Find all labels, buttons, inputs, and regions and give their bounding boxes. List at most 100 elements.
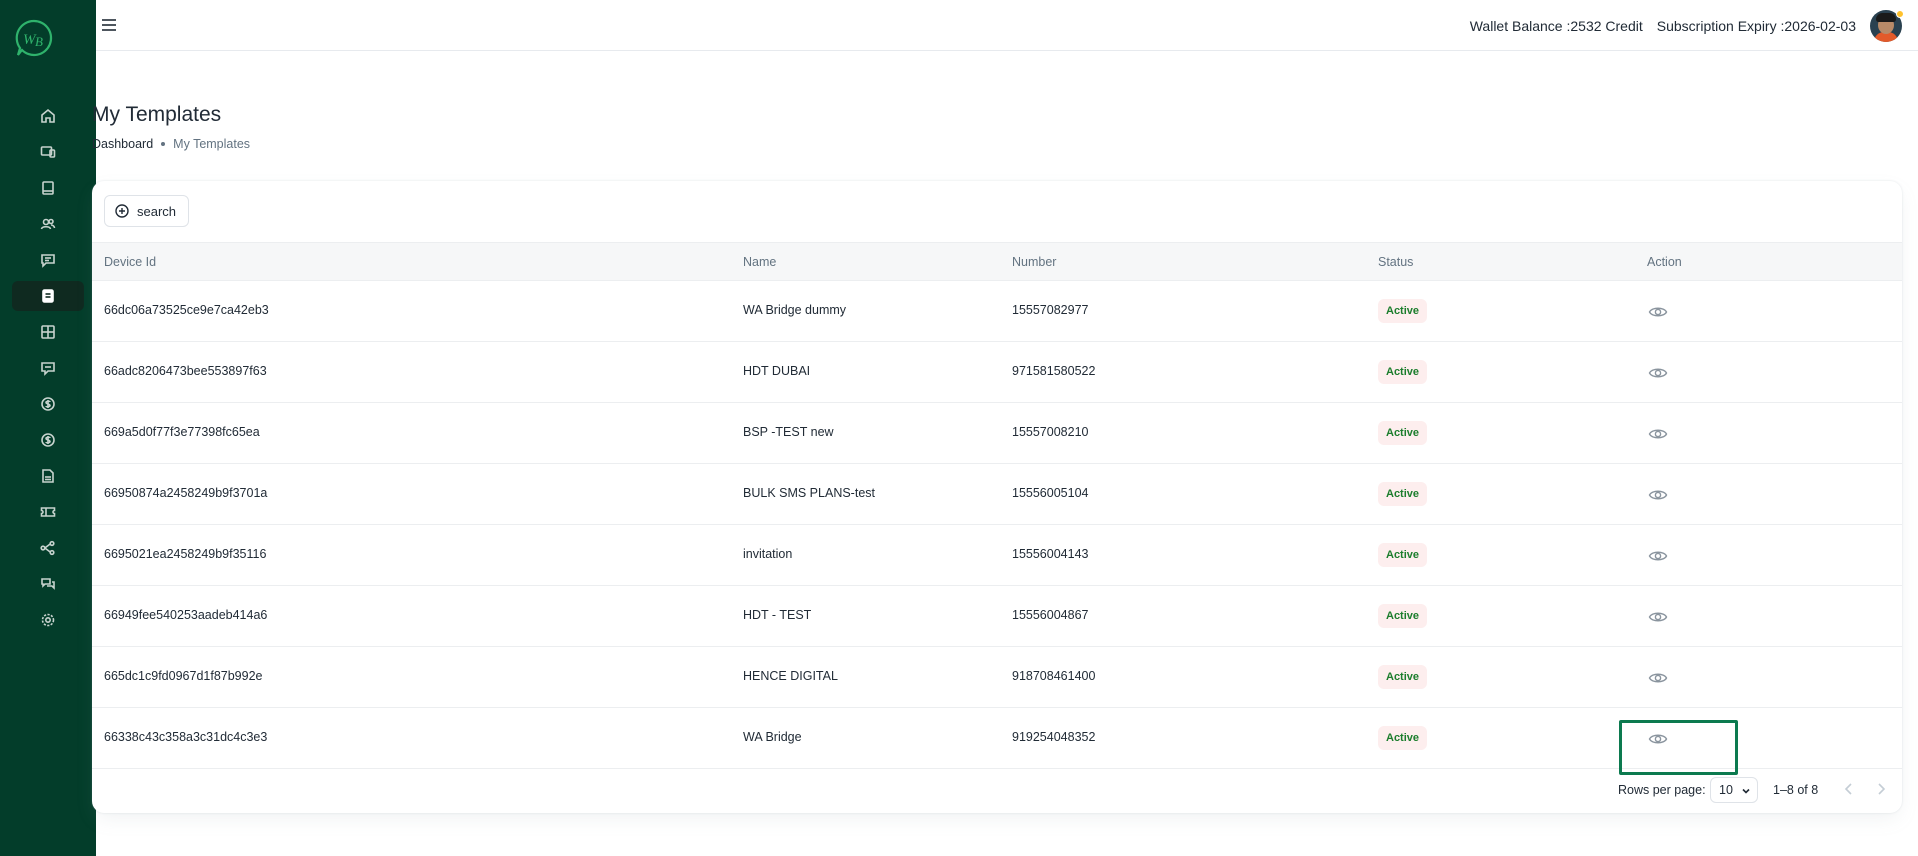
column-device-id[interactable]: Device Id: [104, 255, 156, 269]
sidebar-item-message[interactable]: [12, 245, 84, 275]
device-id-cell: 66949fee540253aadeb414a6: [104, 608, 268, 622]
table-row: 66950874a2458249b9f3701a BULK SMS PLANS-…: [92, 464, 1902, 525]
sidebar-item-settings[interactable]: [12, 605, 84, 635]
device-id-cell: 665dc1c9fd0967d1f87b992e: [104, 669, 263, 683]
number-cell: 918708461400: [1012, 669, 1096, 683]
brand-logo-icon[interactable]: W B: [14, 18, 54, 58]
table-row: 6695021ea2458249b9f35116 invitation 1555…: [92, 525, 1902, 586]
number-cell: 15556004143: [1012, 547, 1089, 561]
menu-icon[interactable]: [99, 15, 119, 35]
number-cell: 919254048352: [1012, 730, 1096, 744]
table-row: 66338c43c358a3c31dc4c3e3 WA Bridge 91925…: [92, 708, 1902, 769]
name-cell: WA Bridge: [743, 730, 802, 744]
top-bar: Wallet Balance :2532 Credit Subscription…: [96, 0, 1918, 51]
search-button-label: search: [137, 203, 177, 219]
sidebar-item-billing[interactable]: [12, 389, 84, 419]
previous-page-icon[interactable]: [1841, 781, 1857, 797]
expiry-label: Subscription Expiry :: [1656, 17, 1785, 34]
view-eye-icon[interactable]: [1648, 485, 1668, 505]
templates-card: search Device Id Name Number Status Acti…: [92, 181, 1902, 813]
breadcrumb-current: My Templates: [173, 137, 251, 151]
page-title: My Templates: [92, 103, 222, 126]
column-status[interactable]: Status: [1378, 255, 1413, 269]
breadcrumb: Dashboard My Templates: [92, 137, 250, 151]
chat-icon: [41, 362, 55, 376]
pdf-icon: [42, 469, 54, 483]
column-number[interactable]: Number: [1012, 255, 1056, 269]
device-id-cell: 66adc8206473bee553897f63: [104, 364, 267, 378]
sidebar-item-devices[interactable]: [12, 137, 84, 167]
table-row: 66dc06a73525ce9e7ca42eb3 WA Bridge dummy…: [92, 281, 1902, 342]
ticket-icon: [40, 507, 56, 517]
pagination-range: 1–8 of 8: [1773, 783, 1819, 797]
sidebar-item-payments[interactable]: [12, 425, 84, 455]
status-badge: Active: [1378, 604, 1428, 628]
breadcrumb-separator-icon: [161, 142, 166, 146]
status-badge: Active: [1378, 665, 1428, 689]
devices-icon: [40, 146, 56, 158]
view-eye-icon[interactable]: [1648, 363, 1668, 383]
table-header: Device Id Name Number Status Action: [92, 242, 1902, 281]
sidebar-item-conversations[interactable]: [12, 569, 84, 599]
sidebar-item-grid[interactable]: [12, 317, 84, 347]
table-pagination: Rows per page: 10 1–8 of 8: [92, 769, 1902, 809]
sidebar-item-flows[interactable]: [12, 533, 84, 563]
name-cell: HDT - TEST: [743, 608, 812, 622]
device-id-cell: 66dc06a73525ce9e7ca42eb3: [104, 303, 269, 317]
device-id-cell: 66950874a2458249b9f3701a: [104, 486, 268, 500]
view-eye-icon[interactable]: [1648, 729, 1668, 749]
column-name[interactable]: Name: [743, 255, 776, 269]
column-action: Action: [1647, 255, 1682, 269]
number-cell: 15556004867: [1012, 608, 1089, 622]
sidebar-item-home[interactable]: [12, 101, 84, 131]
status-badge: Active: [1378, 421, 1428, 445]
sidebar-item-contacts[interactable]: [12, 209, 84, 239]
settings-icon: [41, 613, 55, 627]
contacts-icon: [40, 218, 56, 230]
number-cell: 15557008210: [1012, 425, 1089, 439]
number-cell: 971581580522: [1012, 364, 1096, 378]
sidebar-item-templates[interactable]: [12, 281, 84, 311]
next-page-icon[interactable]: [1873, 781, 1889, 797]
name-cell: WA Bridge dummy: [743, 303, 847, 317]
status-badge: Active: [1378, 726, 1428, 750]
number-cell: 15556005104: [1012, 486, 1089, 500]
name-cell: BULK SMS PLANS-test: [743, 486, 875, 500]
wallet-label: Wallet Balance :: [1469, 17, 1571, 34]
dollar-icon: [41, 397, 55, 411]
flow-icon: [40, 540, 55, 556]
status-badge: Active: [1378, 360, 1428, 384]
table-row: 66949fee540253aadeb414a6 HDT - TEST 1555…: [92, 586, 1902, 647]
top-bar-info: Wallet Balance :2532 Credit Subscription…: [1470, 0, 1918, 51]
online-status-icon: [1896, 10, 1904, 18]
name-cell: HENCE DIGITAL: [743, 669, 838, 683]
subscription-expiry: Subscription Expiry :2026-02-03: [1657, 18, 1856, 34]
rows-per-page-select[interactable]: 10: [1710, 777, 1758, 803]
name-cell: invitation: [743, 547, 793, 561]
status-badge: Active: [1378, 543, 1428, 567]
device-id-cell: 66338c43c358a3c31dc4c3e3: [104, 730, 268, 744]
chevron-down-icon: [1742, 788, 1750, 794]
sidebar-item-book[interactable]: [12, 173, 84, 203]
name-cell: BSP -TEST new: [743, 425, 834, 439]
sidebar-item-tickets[interactable]: [12, 497, 84, 527]
view-eye-icon[interactable]: [1648, 546, 1668, 566]
device-id-cell: 669a5d0f77f3e77398fc65ea: [104, 425, 260, 439]
status-badge: Active: [1378, 299, 1428, 323]
search-button[interactable]: search: [104, 195, 190, 227]
conversation-icon: [41, 578, 55, 590]
view-eye-icon[interactable]: [1648, 607, 1668, 627]
table-row: 665dc1c9fd0967d1f87b992e HENCE DIGITAL 9…: [92, 647, 1902, 708]
home-icon: [41, 108, 55, 123]
view-eye-icon[interactable]: [1648, 668, 1668, 688]
breadcrumb-dashboard[interactable]: Dashboard: [92, 137, 153, 151]
message-icon: [41, 254, 55, 268]
table-row: 66adc8206473bee553897f63 HDT DUBAI 97158…: [92, 342, 1902, 403]
wallet-balance: Wallet Balance :2532 Credit: [1470, 18, 1643, 34]
sidebar-item-chat[interactable]: [12, 353, 84, 383]
dollar-circle-icon: [41, 433, 55, 447]
view-eye-icon[interactable]: [1648, 424, 1668, 444]
sidebar-item-pdf[interactable]: [12, 461, 84, 491]
view-eye-icon[interactable]: [1648, 302, 1668, 322]
rows-per-page-value: 10: [1719, 783, 1733, 797]
